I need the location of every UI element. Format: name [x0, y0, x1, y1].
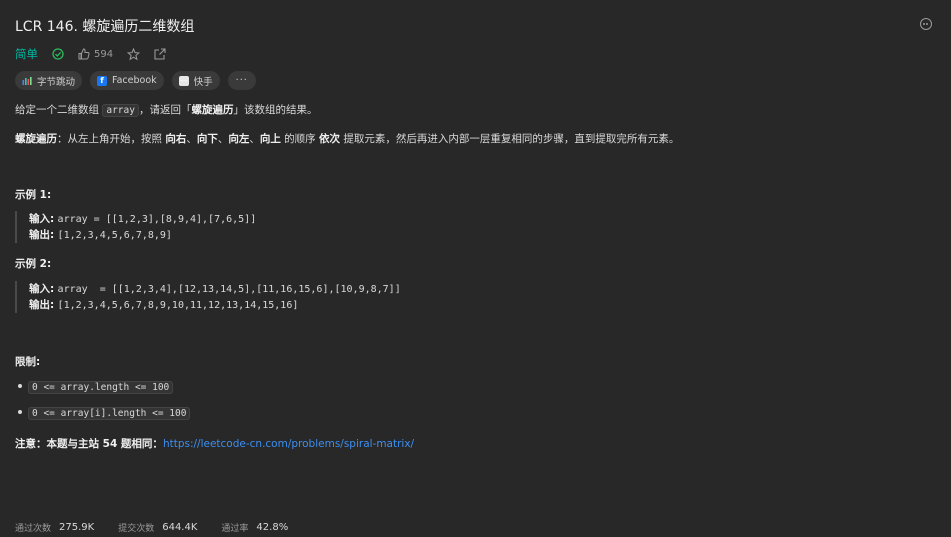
more-options-icon[interactable] [920, 18, 932, 30]
like-count: 594 [94, 48, 114, 60]
bold-text: 向左 [228, 133, 250, 145]
output-label: 输出: [29, 299, 55, 311]
text: 的顺序 [280, 133, 320, 145]
text: 提取元素，然后再进入内部一层重复相同的步骤，直到提取完所有元素。 [340, 133, 680, 145]
note-label: 注意：本题与主站 54 题相同： [15, 438, 163, 450]
tag-label: 快手 [193, 76, 213, 88]
meta-row: 简单 594 [15, 45, 180, 63]
title-row: LCR 146. 螺旋遍历二维数组 [15, 16, 936, 36]
constraint-code: 0 <= array[i].length <= 100 [28, 407, 191, 420]
bold-text: 螺旋遍历 [15, 133, 57, 145]
text: 给定一个二维数组 [15, 104, 103, 116]
facebook-icon: f [97, 75, 108, 86]
example-2-heading: 示例 2: [15, 258, 52, 270]
acceptance-rate: 42.8% [256, 522, 289, 533]
submission-stats: 通过次数 275.9K 提交次数 644.4K 通过率 42.8% [15, 521, 312, 534]
solved-check-icon [52, 48, 64, 60]
bold-text: 螺旋遍历 [191, 104, 234, 116]
kuaishou-icon: — [178, 75, 189, 86]
tag-label: 字节跳动 [37, 76, 76, 88]
constraint-item: 0 <= array.length <= 100 [15, 381, 174, 394]
example-output: [1,2,3,4,5,6,7,8,9,10,11,12,13,14,15,16] [57, 300, 299, 311]
share-icon[interactable] [154, 48, 166, 60]
problem-title: LCR 146. 螺旋遍历二维数组 [15, 19, 195, 35]
tag-kuaishou[interactable]: — 快手 [171, 71, 220, 90]
bytedance-icon [22, 76, 32, 86]
accepted-label: 通过次数 [15, 524, 52, 534]
bullet-dot [18, 410, 22, 414]
example-1-heading: 示例 1: [15, 189, 52, 201]
bold-text: 向上 [259, 133, 281, 145]
company-tags: 字节跳动 f Facebook — 快手 ··· [15, 71, 256, 90]
submissions-count: 644.4K [162, 522, 198, 533]
constraint-item: 0 <= array[i].length <= 100 [15, 407, 191, 420]
inline-code: array [102, 104, 139, 117]
example-input: array = [[1,2,3],[8,9,4],[7,6,5]] [57, 214, 257, 225]
note-line: 注意：本题与主站 54 题相同：https://leetcode-cn.com/… [15, 436, 414, 451]
text: ：从左上角开始，按照 [57, 133, 166, 145]
description-paragraph-1: 给定一个二维数组 array ，请返回「螺旋遍历」该数组的结果。 [15, 102, 317, 117]
tag-bytedance[interactable]: 字节跳动 [15, 71, 83, 90]
constraint-code: 0 <= array.length <= 100 [28, 381, 174, 394]
input-label: 输入: [29, 283, 55, 295]
problem-description-panel: LCR 146. 螺旋遍历二维数组 简单 594 字节跳动 f Facebook [0, 0, 951, 537]
text: ，请返回「 [138, 104, 192, 116]
more-tags-button[interactable]: ··· [227, 71, 256, 90]
constraints-heading: 限制: [15, 356, 41, 368]
example-input: array = [[1,2,3,4],[12,13,14,5],[11,16,1… [57, 284, 401, 295]
difficulty-badge[interactable]: 简单 [15, 46, 38, 62]
bold-text: 向下 [196, 133, 218, 145]
example-2-block: 输入: array = [[1,2,3,4],[12,13,14,5],[11,… [15, 281, 401, 313]
input-label: 输入: [29, 213, 55, 225]
text: 」该数组的结果。 [233, 104, 318, 116]
bold-text: 向右 [165, 133, 187, 145]
text: 、 [186, 133, 197, 145]
example-1-block: 输入: array = [[1,2,3],[8,9,4],[7,6,5]] 输出… [15, 211, 256, 243]
accepted-count: 275.9K [59, 522, 95, 533]
submissions-label: 提交次数 [118, 524, 155, 534]
tag-facebook[interactable]: f Facebook [90, 71, 164, 90]
description-paragraph-2: 螺旋遍历：从左上角开始，按照 向右、向下、向左、向上 的顺序 依次 提取元素，然… [15, 131, 679, 146]
example-output: [1,2,3,4,5,6,7,8,9] [57, 230, 172, 241]
text: 、 [217, 133, 229, 145]
like-button[interactable]: 594 [78, 48, 113, 60]
text: 、 [249, 133, 260, 145]
spiral-matrix-link[interactable]: https://leetcode-cn.com/problems/spiral-… [163, 438, 414, 450]
tag-label: Facebook [112, 75, 157, 86]
bullet-dot [18, 384, 22, 388]
acceptance-rate-label: 通过率 [221, 524, 249, 534]
output-label: 输出: [29, 229, 55, 241]
thumbs-up-icon [78, 48, 90, 60]
bold-text: 依次 [319, 133, 341, 145]
favorite-star-icon[interactable] [127, 47, 141, 61]
